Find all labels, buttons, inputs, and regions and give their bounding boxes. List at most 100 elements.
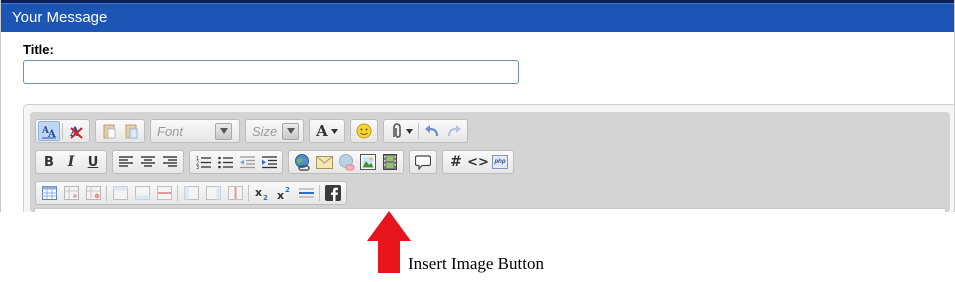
rich-text-editor: AA A Font bbox=[23, 104, 954, 212]
editor-content-area[interactable] bbox=[34, 208, 946, 212]
size-combo[interactable]: Size bbox=[245, 119, 304, 143]
subscript-icon: x2 bbox=[255, 186, 268, 200]
html-code-button[interactable]: <> bbox=[467, 152, 489, 172]
attach-undo-group bbox=[383, 119, 468, 143]
email-icon bbox=[315, 155, 333, 169]
align-center-button[interactable] bbox=[137, 152, 159, 172]
code-hash-button[interactable]: # bbox=[445, 152, 467, 172]
insert-column-before-icon bbox=[183, 186, 199, 200]
align-left-button[interactable] bbox=[115, 152, 137, 172]
remove-format-button[interactable]: A bbox=[65, 121, 87, 141]
title-label: Title: bbox=[23, 42, 54, 57]
insert-table-button[interactable] bbox=[38, 183, 60, 203]
php-code-button[interactable]: php bbox=[489, 152, 511, 172]
facebook-icon bbox=[325, 185, 341, 201]
insert-link-button[interactable] bbox=[291, 152, 313, 172]
size-combo-label: Size bbox=[252, 123, 278, 139]
undo-icon bbox=[425, 125, 439, 137]
outdent-button[interactable] bbox=[236, 152, 258, 172]
svg-text:x: x bbox=[277, 189, 284, 200]
smiley-group bbox=[350, 119, 378, 143]
clipboard-group bbox=[95, 119, 145, 143]
bold-button[interactable]: B bbox=[38, 152, 60, 172]
numbered-list-button[interactable]: 123 bbox=[192, 152, 214, 172]
horizontal-rule-icon bbox=[298, 188, 314, 198]
font-color-icon: A bbox=[316, 122, 328, 140]
col-after-button[interactable] bbox=[202, 183, 224, 203]
bullet-list-icon bbox=[217, 156, 233, 168]
font-color-button[interactable]: A bbox=[312, 121, 342, 141]
paste-word-button[interactable] bbox=[120, 121, 142, 141]
outdent-icon bbox=[239, 155, 255, 168]
bold-icon: B bbox=[44, 154, 54, 170]
insert-row-before-icon bbox=[112, 186, 128, 200]
basic-format-group: B I U bbox=[35, 150, 107, 174]
toolbar-row-2: B I U 123 # <> php bbox=[35, 148, 519, 176]
table-properties-icon bbox=[63, 186, 79, 200]
code-group: # <> php bbox=[442, 150, 514, 174]
insert-image-button[interactable] bbox=[357, 152, 379, 172]
insert-row-after-icon bbox=[134, 186, 150, 200]
message-panel: Your Message Title: AA A bbox=[0, 0, 955, 212]
delete-row-icon bbox=[156, 186, 172, 200]
underline-icon: U bbox=[87, 154, 99, 170]
panel-header: Your Message bbox=[1, 3, 954, 32]
toolbar-row-3: x2 x2 bbox=[35, 179, 352, 207]
editor-toolbar: AA A Font bbox=[30, 112, 950, 212]
insert-column-after-icon bbox=[205, 186, 221, 200]
paste-text-button[interactable] bbox=[98, 121, 120, 141]
table-group: x2 x2 bbox=[35, 181, 347, 205]
facebook-button[interactable] bbox=[322, 183, 344, 203]
redo-button[interactable] bbox=[443, 121, 465, 141]
delete-row-button[interactable] bbox=[153, 183, 175, 203]
align-center-icon bbox=[141, 156, 155, 167]
align-left-icon bbox=[119, 156, 133, 167]
attach-button[interactable] bbox=[386, 121, 416, 141]
row-after-button[interactable] bbox=[131, 183, 153, 203]
italic-button[interactable]: I bbox=[60, 152, 82, 172]
svg-text:3: 3 bbox=[196, 165, 199, 169]
toolbar-row-1: AA A Font bbox=[35, 117, 473, 145]
align-group bbox=[112, 150, 184, 174]
align-right-icon bbox=[163, 156, 177, 167]
apply-style-button[interactable]: AA bbox=[38, 121, 60, 141]
superscript-button[interactable]: x2 bbox=[273, 183, 295, 203]
numbered-list-icon: 123 bbox=[196, 156, 211, 169]
undo-button[interactable] bbox=[421, 121, 443, 141]
indent-button[interactable] bbox=[258, 152, 280, 172]
delete-table-icon bbox=[85, 186, 101, 200]
svg-text:2: 2 bbox=[285, 186, 290, 194]
delete-column-icon bbox=[227, 186, 243, 200]
style-group: AA A bbox=[35, 119, 90, 143]
svg-text:x: x bbox=[255, 186, 262, 199]
unlink-icon bbox=[338, 153, 354, 170]
subscript-button[interactable]: x2 bbox=[251, 183, 273, 203]
unlink-button[interactable] bbox=[335, 152, 357, 172]
bullet-list-button[interactable] bbox=[214, 152, 236, 172]
font-combo[interactable]: Font bbox=[150, 119, 240, 143]
image-icon bbox=[360, 154, 376, 170]
table-icon bbox=[41, 186, 57, 200]
quote-group bbox=[409, 150, 437, 174]
smiley-button[interactable] bbox=[353, 121, 375, 141]
insert-email-button[interactable] bbox=[313, 152, 335, 172]
annotation-label: Insert Image Button bbox=[408, 254, 544, 273]
underline-button[interactable]: U bbox=[82, 152, 104, 172]
delete-col-button[interactable] bbox=[224, 183, 246, 203]
italic-icon: I bbox=[67, 154, 75, 170]
insert-video-button[interactable] bbox=[379, 152, 401, 172]
delete-table-button[interactable] bbox=[82, 183, 104, 203]
table-properties-button[interactable] bbox=[60, 183, 82, 203]
paste-text-icon bbox=[103, 124, 116, 139]
indent-icon bbox=[261, 155, 277, 168]
row-before-button[interactable] bbox=[109, 183, 131, 203]
chevron-down-icon bbox=[282, 122, 299, 140]
link-icon bbox=[294, 153, 310, 171]
title-input[interactable] bbox=[23, 60, 519, 84]
quote-button[interactable] bbox=[412, 152, 434, 172]
apply-style-icon: AA bbox=[41, 126, 56, 139]
list-group: 123 bbox=[189, 150, 283, 174]
horizontal-rule-button[interactable] bbox=[295, 183, 317, 203]
align-right-button[interactable] bbox=[159, 152, 181, 172]
col-before-button[interactable] bbox=[180, 183, 202, 203]
